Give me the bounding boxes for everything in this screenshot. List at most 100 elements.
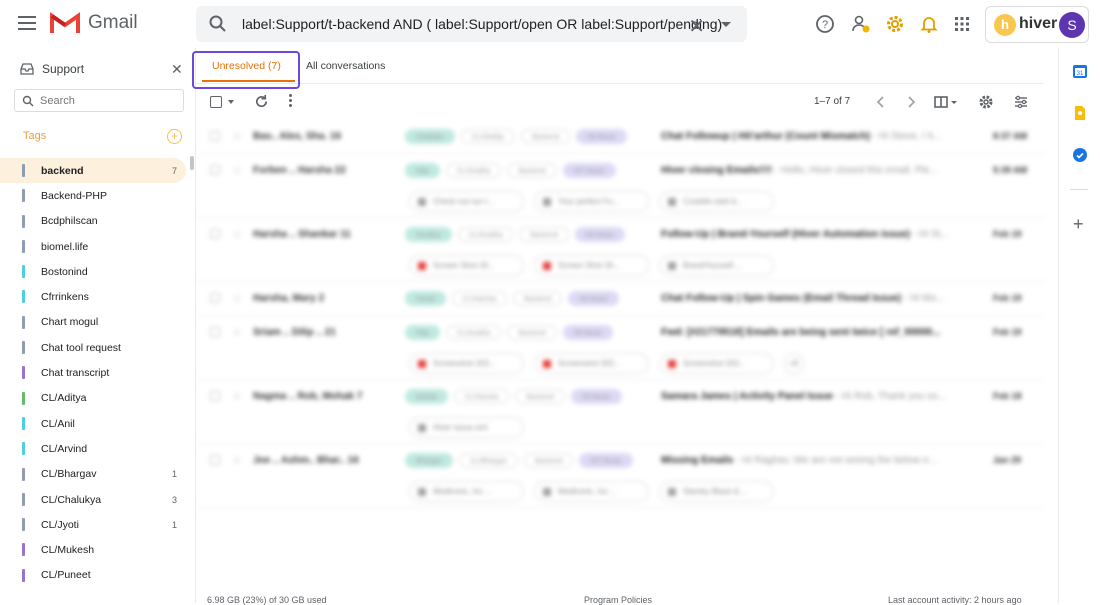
- label-pill[interactable]: CL/Aradha: [457, 227, 514, 242]
- refresh-icon[interactable]: [254, 94, 269, 109]
- label-pill[interactable]: Mohak: [405, 389, 449, 404]
- apps-grid-icon[interactable]: [952, 14, 972, 34]
- label-pill[interactable]: CL/Harsha: [451, 291, 508, 306]
- label-pill[interactable]: Bhargav: [405, 453, 454, 468]
- calendar-icon[interactable]: 31: [1072, 63, 1088, 79]
- label-pill[interactable]: Backend: [515, 389, 565, 404]
- filter-settings-icon[interactable]: [1013, 94, 1029, 110]
- attachment-chip[interactable]: Check out our t...: [409, 191, 524, 212]
- label-pill[interactable]: CL/Bhargav: [459, 453, 519, 468]
- attachment-chip[interactable]: Costello start b...: [659, 191, 774, 212]
- attachment-chip[interactable]: Screen Shot 20...: [409, 255, 524, 276]
- label-pill[interactable]: Hiwall: [405, 291, 446, 306]
- attachment-chip[interactable]: BrandYourself ...: [659, 255, 774, 276]
- notifications-bell-icon[interactable]: [919, 14, 939, 34]
- conversation-row[interactable]: ☆ Forben .. Harsha 22 Http CL/Aradha Backend…: [196, 154, 1044, 218]
- sidebar-scrollbar[interactable]: [190, 156, 194, 170]
- add-addon-icon[interactable]: +: [1073, 214, 1084, 235]
- row-checkbox[interactable]: [210, 455, 220, 465]
- label-pill[interactable]: Hit Music: [568, 291, 620, 306]
- label-pill[interactable]: Http: [405, 325, 440, 340]
- tab-all-conversations[interactable]: All conversations: [306, 60, 385, 72]
- label-pill[interactable]: Chatlabs: [405, 129, 455, 144]
- label-pill[interactable]: Backend: [519, 227, 569, 242]
- search-icon[interactable]: [208, 14, 228, 34]
- conversation-row[interactable]: ☆ Nagma .. Rob, Mohak 7 Mohak CL/Harsha Back…: [196, 380, 1044, 444]
- label-pill[interactable]: CL/Harsha: [454, 389, 510, 404]
- select-all-checkbox[interactable]: [210, 96, 222, 108]
- add-tag-icon[interactable]: +: [167, 129, 182, 144]
- attachment-chip[interactable]: Screenshot 202...: [659, 353, 774, 374]
- search-options-icon[interactable]: [721, 22, 731, 27]
- attachment-chip[interactable]: Medtronic, Inc ...: [409, 481, 524, 502]
- sidebar-tag-item[interactable]: Chat tool request: [0, 335, 192, 360]
- attachment-chip[interactable]: Screen Shot 20...: [534, 255, 649, 276]
- tag-search-box[interactable]: [14, 89, 184, 112]
- sidebar-tag-item[interactable]: CL/Mukesh: [0, 537, 192, 562]
- attachment-chip[interactable]: Screenshot 202...: [534, 353, 649, 374]
- label-pill[interactable]: Backend: [507, 163, 557, 178]
- attachment-chip[interactable]: Medtronic, Inc ...: [534, 481, 649, 502]
- conversation-row[interactable]: ☆ Harsha .. Shankar 11 Smallus CL/Aradha Bac…: [196, 218, 1044, 282]
- sidebar-tag-item[interactable]: CL/Aditya: [0, 386, 192, 411]
- contacts-status-icon[interactable]: [851, 14, 871, 34]
- clear-search-icon[interactable]: ✕: [688, 14, 705, 39]
- close-sidebar-icon[interactable]: ✕: [171, 61, 183, 78]
- chevron-right-icon[interactable]: [905, 94, 917, 110]
- gmail-logo[interactable]: Gmail: [50, 12, 138, 34]
- search-query[interactable]: label:Support/t-backend AND ( label:Supp…: [242, 16, 722, 32]
- sidebar-tag-item[interactable]: CL/Arvind: [0, 436, 192, 461]
- label-pill[interactable]: Hit Music: [562, 325, 614, 340]
- conversation-row[interactable]: ☆ Joe .. Ashm.. Bhar.. 16 Bhargav CL/Bharga…: [196, 444, 1044, 508]
- conversation-row[interactable]: ☆ Bas.. Alex, Sha. 16 Chatlabs CL/Shelby Bac…: [196, 120, 1044, 154]
- sidebar-tag-item[interactable]: Chat transcript: [0, 360, 192, 385]
- last-activity[interactable]: Last account activity: 2 hours ago: [888, 595, 1022, 605]
- star-icon[interactable]: ☆: [232, 164, 242, 177]
- row-checkbox[interactable]: [210, 293, 220, 303]
- tab-unresolved[interactable]: Unresolved (7): [212, 60, 281, 72]
- label-pill[interactable]: HIT Music: [562, 163, 616, 178]
- label-pill[interactable]: Hit Music: [570, 389, 622, 404]
- sidebar-tag-item[interactable]: Bostonind: [0, 259, 192, 284]
- star-icon[interactable]: ☆: [232, 390, 242, 403]
- chevron-left-icon[interactable]: [875, 94, 887, 110]
- avatar[interactable]: S: [1059, 12, 1085, 38]
- sidebar-tag-item[interactable]: Chart mogul: [0, 310, 192, 335]
- row-checkbox[interactable]: [210, 391, 220, 401]
- attachment-chip[interactable]: Screenshot 202...: [409, 353, 524, 374]
- select-options-chevron-down-icon[interactable]: [228, 100, 234, 104]
- sidebar-tag-item[interactable]: CL/Puneet: [0, 563, 192, 588]
- sidebar-tag-item[interactable]: biomel.life: [0, 234, 192, 259]
- sidebar-tag-item[interactable]: CL/Jyoti 1: [0, 512, 192, 537]
- label-pill[interactable]: Backend: [507, 325, 557, 340]
- conversation-row[interactable]: ☆ Harsha, Mary 2 Hiwall CL/Harsha Backend Hit…: [196, 282, 1044, 316]
- settings-gear-icon[interactable]: [885, 14, 905, 34]
- row-checkbox[interactable]: [210, 165, 220, 175]
- star-icon[interactable]: ☆: [232, 454, 242, 467]
- more-options-icon[interactable]: [289, 94, 293, 108]
- label-pill[interactable]: Backend: [520, 129, 571, 144]
- label-pill[interactable]: HIT Music: [579, 453, 633, 468]
- attachment-chip[interactable]: Hiver issue.xml: [409, 417, 524, 438]
- sidebar-tag-item[interactable]: backend 7: [0, 158, 186, 184]
- sidebar-tag-item[interactable]: CL/Chalukya 3: [0, 487, 192, 512]
- star-icon[interactable]: ☆: [232, 228, 242, 241]
- label-pill[interactable]: Http: [405, 163, 440, 178]
- sidebar-tag-item[interactable]: CL/Bhargav 1: [0, 462, 192, 487]
- row-checkbox[interactable]: [210, 229, 220, 239]
- sidebar-tag-item[interactable]: Cfrrinkens: [0, 284, 192, 309]
- label-pill[interactable]: Backend: [524, 453, 574, 468]
- star-icon[interactable]: ☆: [232, 130, 242, 143]
- sidebar-tag-item[interactable]: Backend-PHP: [0, 183, 192, 208]
- sidebar-tag-item[interactable]: Bcdphilscan: [0, 209, 192, 234]
- attachment-chip[interactable]: Stanley Black & ...: [659, 481, 774, 502]
- search-bar[interactable]: label:Support/t-backend AND ( label:Supp…: [196, 6, 747, 42]
- hiver-account-panel[interactable]: h hiver S: [985, 6, 1089, 43]
- label-pill[interactable]: Smallus: [405, 227, 452, 242]
- attachment-chip[interactable]: +8: [784, 353, 804, 374]
- label-pill[interactable]: Hit Music: [576, 129, 627, 144]
- help-icon[interactable]: ?: [815, 14, 835, 34]
- label-pill[interactable]: CL/Aradha: [445, 325, 502, 340]
- main-menu-icon[interactable]: [18, 16, 36, 30]
- label-pill[interactable]: CL/Shelby: [460, 129, 515, 144]
